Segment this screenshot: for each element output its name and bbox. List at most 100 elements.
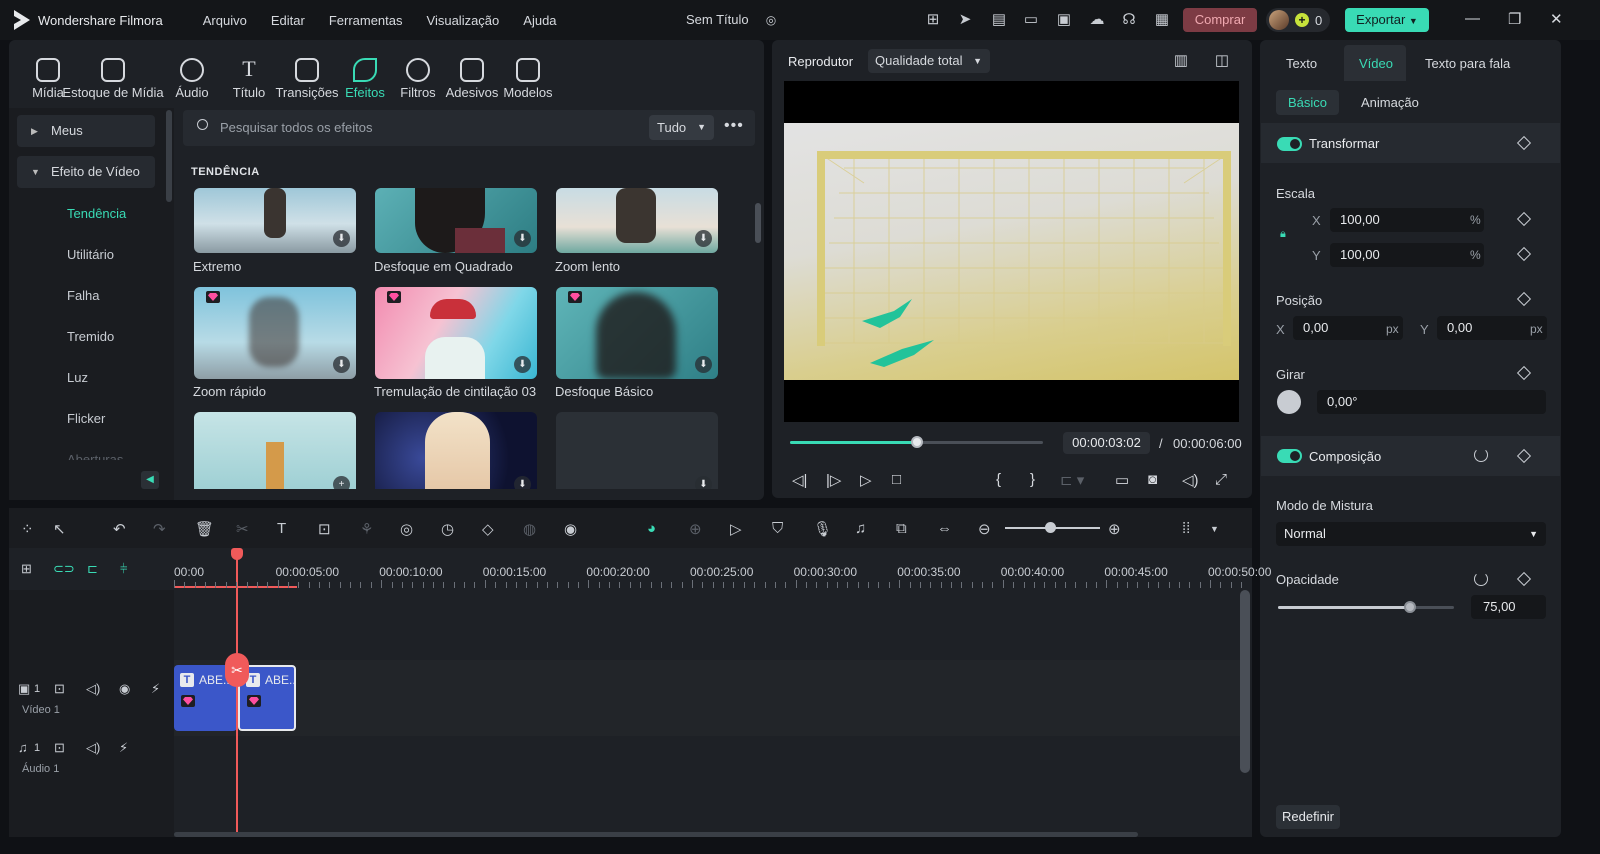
- sidebar-item-tendencia[interactable]: Tendência: [67, 206, 126, 221]
- effect-thumb-row3-3[interactable]: ⬇: [556, 412, 718, 489]
- download-icon[interactable]: ⬇: [695, 230, 712, 247]
- export-button[interactable]: Exportar ▼: [1345, 8, 1429, 32]
- opacity-input[interactable]: 75,00: [1471, 595, 1546, 619]
- sidebar-item-falha[interactable]: Falha: [67, 288, 100, 303]
- playback-progress[interactable]: [790, 436, 1043, 448]
- sidebar-item-luz[interactable]: Luz: [67, 370, 88, 385]
- blend-mode-dropdown[interactable]: Normal ▼: [1276, 522, 1546, 546]
- text-tool-icon[interactable]: T: [277, 520, 286, 537]
- next-frame-icon[interactable]: |▷: [826, 471, 841, 489]
- download-icon[interactable]: ⬇: [695, 356, 712, 373]
- lock-ratio-icon[interactable]: 🔒︎: [1280, 228, 1286, 241]
- speaker-icon[interactable]: ◁): [86, 681, 100, 697]
- link-icon[interactable]: ⊂⊃: [53, 561, 75, 577]
- effects-plus-icon[interactable]: ⊕: [689, 520, 702, 538]
- waveform-monitor-icon[interactable]: ◫: [1213, 52, 1231, 70]
- shield-icon[interactable]: ⛉: [772, 520, 783, 537]
- zoom-knob[interactable]: [1045, 522, 1056, 533]
- progress-knob[interactable]: [910, 436, 923, 448]
- tab-stock-media[interactable]: Estoque de Mídia: [62, 58, 164, 100]
- filter-dropdown[interactable]: Tudo ▼: [649, 115, 714, 140]
- replace-icon[interactable]: ⧉: [896, 520, 907, 537]
- magic-wand-icon[interactable]: ⚡︎: [119, 740, 128, 756]
- effect-thumb-zoom-rapido[interactable]: ⬇: [194, 287, 356, 379]
- sidebar-item-aberturas[interactable]: Aberturas: [67, 452, 123, 460]
- audio-stretch-icon[interactable]: ◉: [564, 520, 577, 538]
- timeline-horizontal-scrollbar[interactable]: [174, 832, 1138, 837]
- composition-toggle[interactable]: [1277, 449, 1302, 463]
- sidebar-scrollbar[interactable]: [166, 110, 172, 202]
- sidebar-item-tremido[interactable]: Tremido: [67, 329, 114, 344]
- crop-icon[interactable]: ⊡: [318, 520, 331, 538]
- undo-icon[interactable]: ↶: [113, 520, 126, 538]
- tab-title[interactable]: T Título: [220, 58, 278, 101]
- apps-grid-icon[interactable]: ▦: [1153, 11, 1171, 29]
- timer-icon[interactable]: ◷: [441, 520, 454, 538]
- speaker-icon[interactable]: ◁): [86, 740, 100, 756]
- magic-wand-icon[interactable]: ⚡︎: [151, 681, 160, 697]
- video-preview[interactable]: [784, 81, 1239, 422]
- close-icon[interactable]: ✕: [1550, 10, 1563, 28]
- account-pill[interactable]: + 0: [1266, 8, 1330, 32]
- stop-icon[interactable]: □: [892, 471, 901, 488]
- subtab-animacao[interactable]: Animação: [1361, 95, 1419, 110]
- buy-button[interactable]: Comprar: [1183, 8, 1257, 32]
- chevron-down-icon[interactable]: ▼: [1210, 524, 1219, 534]
- tab-effects[interactable]: Efeitos: [336, 58, 394, 100]
- tab-transitions[interactable]: Transições: [275, 58, 339, 100]
- lock-icon[interactable]: ⊡: [54, 681, 65, 697]
- cut-scissors-icon[interactable]: ✂: [236, 520, 249, 538]
- mark-out-icon[interactable]: }: [1030, 471, 1035, 488]
- music-list-icon[interactable]: ♫: [855, 520, 866, 537]
- menu-arquivo[interactable]: Arquivo: [203, 13, 247, 28]
- save-icon[interactable]: ▣: [1055, 11, 1073, 29]
- download-icon[interactable]: ⬇: [514, 230, 531, 247]
- display-icon[interactable]: ▭: [1115, 471, 1129, 489]
- playhead[interactable]: [236, 556, 238, 837]
- effect-thumb-row3-1[interactable]: +: [194, 412, 356, 489]
- select-pointer-icon[interactable]: ↖: [53, 520, 66, 538]
- collapse-sidebar-button[interactable]: ◀: [141, 471, 159, 489]
- color-icon[interactable]: ⚘: [360, 520, 373, 538]
- zoom-slider[interactable]: [1005, 522, 1100, 533]
- download-icon[interactable]: ⬇: [514, 356, 531, 373]
- microphone-icon[interactable]: 🎙︎: [813, 520, 832, 538]
- reset-icon[interactable]: [1474, 572, 1488, 586]
- play-icon[interactable]: ▷: [860, 471, 872, 489]
- mask-icon[interactable]: ◍: [523, 520, 536, 538]
- mark-in-icon[interactable]: {: [996, 471, 1001, 488]
- fullscreen-icon[interactable]: ⤢: [1215, 471, 1227, 488]
- tab-texto-para-fala[interactable]: Texto para fala: [1425, 56, 1510, 71]
- effect-thumb-zoom-lento[interactable]: ⬇: [556, 188, 718, 253]
- render-icon[interactable]: ▷: [730, 520, 742, 538]
- rotate-input[interactable]: 0,00°: [1317, 390, 1546, 414]
- subtab-basico[interactable]: Básico: [1276, 90, 1339, 115]
- add-track-icon[interactable]: ⊞: [21, 561, 32, 577]
- headset-support-icon[interactable]: ☊: [1120, 11, 1138, 29]
- delete-trash-icon[interactable]: 🗑︎: [195, 520, 214, 538]
- zoom-in-icon[interactable]: ⊕: [1108, 520, 1121, 538]
- download-icon[interactable]: ⬇: [514, 476, 531, 489]
- scale-y-input[interactable]: 100,00: [1330, 243, 1484, 267]
- effects-scrollbar[interactable]: [755, 203, 761, 243]
- transform-toggle[interactable]: [1277, 137, 1302, 151]
- minimize-icon[interactable]: —: [1465, 10, 1480, 27]
- add-icon[interactable]: +: [333, 476, 350, 489]
- scale-x-input[interactable]: 100,00: [1330, 208, 1484, 232]
- snapshot-camera-icon[interactable]: ◙: [1148, 471, 1157, 488]
- download-icon[interactable]: ⬇: [333, 230, 350, 247]
- sidebar-item-utilitario[interactable]: Utilitário: [67, 247, 114, 262]
- sidebar-group-meus[interactable]: ▶ Meus: [17, 115, 155, 147]
- gift-icon[interactable]: ⊞: [924, 11, 942, 29]
- search-input[interactable]: Pesquisar todos os efeitos: [220, 120, 372, 135]
- effect-thumb-row3-2[interactable]: ⬇: [375, 412, 537, 489]
- tab-texto[interactable]: Texto: [1286, 56, 1317, 71]
- tab-audio[interactable]: Áudio: [167, 58, 217, 100]
- menu-visualizacao[interactable]: Visualização: [427, 13, 500, 28]
- prev-frame-icon[interactable]: ◁|: [792, 471, 807, 489]
- playhead-handle[interactable]: [231, 548, 243, 560]
- menu-editar[interactable]: Editar: [271, 13, 305, 28]
- cloud-upload-icon[interactable]: ☁: [1088, 11, 1106, 29]
- send-icon[interactable]: ➤: [956, 11, 974, 29]
- layout-icon[interactable]: ▭: [1022, 11, 1040, 29]
